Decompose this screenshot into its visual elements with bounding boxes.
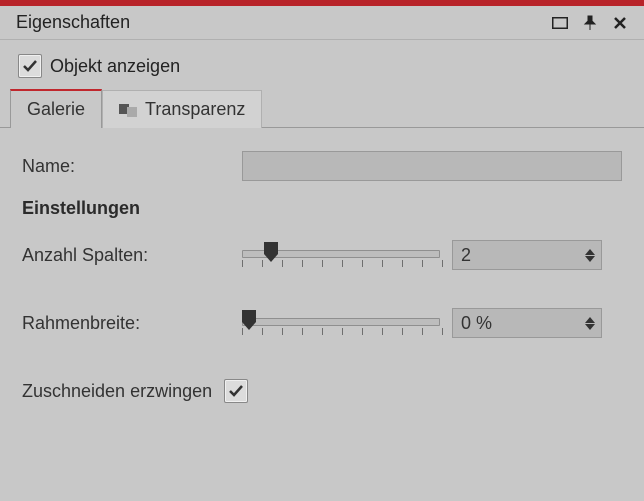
tab-galerie-label: Galerie [27,99,85,120]
slider-thumb[interactable] [242,310,256,332]
crop-checkbox[interactable] [224,379,248,403]
tab-transparenz[interactable]: Transparenz [102,90,262,128]
border-spinner[interactable]: 0 % [452,308,602,338]
transparency-icon [119,100,139,120]
slider-thumb[interactable] [264,242,278,264]
slider-track [242,318,440,326]
body: Name: Einstellungen Anzahl Spalten: 2 [0,128,644,429]
border-label: Rahmenbreite: [22,313,242,334]
columns-value: 2 [461,245,471,266]
crop-row: Zuschneiden erzwingen [22,371,622,411]
pin-icon[interactable] [580,13,600,33]
float-icon[interactable] [550,13,570,33]
border-slider[interactable] [242,306,442,340]
crop-label: Zuschneiden erzwingen [22,381,212,402]
border-value: 0 % [461,313,492,334]
show-object-row: Objekt anzeigen [0,40,644,88]
close-icon[interactable] [610,13,630,33]
show-object-label: Objekt anzeigen [50,56,180,77]
tab-transparenz-label: Transparenz [145,99,245,120]
slider-ticks [242,328,442,336]
spinner-arrows-icon[interactable] [585,317,595,330]
properties-panel: Eigenschaften Objekt anzeigen Galerie [0,0,644,501]
titlebar: Eigenschaften [0,6,644,40]
columns-spinner[interactable]: 2 [452,240,602,270]
name-row: Name: [22,146,622,186]
columns-slider[interactable] [242,238,442,272]
tab-galerie[interactable]: Galerie [10,89,102,128]
border-row: Rahmenbreite: 0 % [22,303,622,343]
settings-heading: Einstellungen [22,190,622,231]
show-object-checkbox[interactable] [18,54,42,78]
name-input[interactable] [242,151,622,181]
name-label: Name: [22,156,242,177]
columns-label: Anzahl Spalten: [22,245,242,266]
spinner-arrows-icon[interactable] [585,249,595,262]
tabs: Galerie Transparenz [0,88,644,128]
panel-title: Eigenschaften [16,12,130,33]
window-buttons [550,13,630,33]
columns-row: Anzahl Spalten: 2 [22,235,622,275]
